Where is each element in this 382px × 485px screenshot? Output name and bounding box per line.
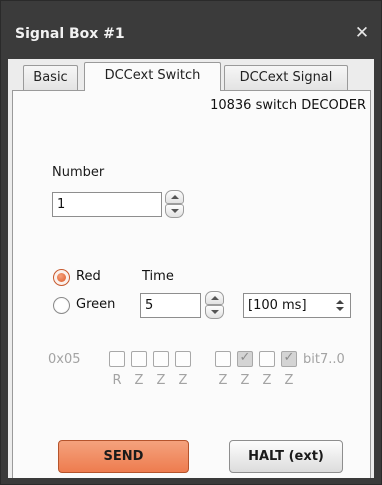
window-title: Signal Box #1 xyxy=(15,26,125,42)
bit4-letter: Z xyxy=(178,373,188,388)
number-stepper xyxy=(165,190,184,218)
bit3-letter: Z xyxy=(218,373,228,388)
green-radio-label[interactable]: Green xyxy=(76,297,115,312)
window-client-area: Basic DCCext Switch DCCext Signal 10836 … xyxy=(8,59,374,478)
chevron-up-icon xyxy=(171,195,179,199)
bit6-checkbox[interactable] xyxy=(131,351,147,367)
chevron-up-icon xyxy=(211,296,219,300)
bit3-checkbox[interactable] xyxy=(215,351,231,367)
bit2-letter: Z xyxy=(240,373,250,388)
tab-basic[interactable]: Basic xyxy=(23,65,78,90)
halt-ext-button[interactable]: HALT (ext) xyxy=(229,440,343,473)
time-label: Time xyxy=(142,269,174,284)
red-radio-label[interactable]: Red xyxy=(76,269,101,284)
decoder-type-label: 10836 switch DECODER xyxy=(210,98,366,113)
title-bar[interactable]: Signal Box #1 ✕ xyxy=(1,1,381,59)
bit2-checkbox[interactable]: ✓ xyxy=(237,350,253,367)
number-label: Number xyxy=(52,165,105,180)
signal-box-window: Signal Box #1 ✕ Basic DCCext Switch DCCe… xyxy=(0,0,382,485)
bit4-checkbox[interactable] xyxy=(175,351,191,367)
bit0-letter: Z xyxy=(284,373,294,388)
dccext-switch-panel: 10836 switch DECODER Number 1 Red Time G… xyxy=(12,90,371,478)
radio-selected-dot xyxy=(57,273,66,282)
green-radio[interactable] xyxy=(53,297,70,314)
close-icon[interactable]: ✕ xyxy=(353,24,371,42)
number-input[interactable]: 1 xyxy=(52,192,162,217)
time-input[interactable]: 5 xyxy=(140,293,201,318)
checkmark-icon: ✓ xyxy=(239,350,251,365)
select-arrows-icon xyxy=(330,294,350,317)
bit1-letter: Z xyxy=(262,373,272,388)
bit7-letter: R xyxy=(112,373,122,388)
bits-hex-value: 0x05 xyxy=(48,352,81,367)
time-unit-value: [100 ms] xyxy=(248,298,307,313)
checkmark-icon: ✓ xyxy=(283,350,295,365)
bit5-checkbox[interactable] xyxy=(153,351,169,367)
number-increment-button[interactable] xyxy=(165,190,184,204)
red-radio[interactable] xyxy=(53,269,70,286)
bit1-checkbox[interactable] xyxy=(259,351,275,367)
bit6-letter: Z xyxy=(134,373,144,388)
number-decrement-button[interactable] xyxy=(165,204,184,218)
tab-dccext-switch[interactable]: DCCext Switch xyxy=(84,62,221,91)
chevron-down-icon xyxy=(171,209,179,213)
bit0-checkbox[interactable]: ✓ xyxy=(281,350,297,367)
tab-dccext-signal[interactable]: DCCext Signal xyxy=(224,65,348,90)
chevron-down-icon xyxy=(211,310,219,314)
time-unit-select[interactable]: [100 ms] xyxy=(243,293,351,318)
bit7-checkbox[interactable] xyxy=(109,351,125,367)
time-decrement-button[interactable] xyxy=(205,305,224,319)
time-increment-button[interactable] xyxy=(205,291,224,305)
send-button[interactable]: SEND xyxy=(58,440,189,473)
bit5-letter: Z xyxy=(156,373,166,388)
bits-range-label: bit7..0 xyxy=(303,352,345,367)
time-stepper xyxy=(205,291,224,319)
